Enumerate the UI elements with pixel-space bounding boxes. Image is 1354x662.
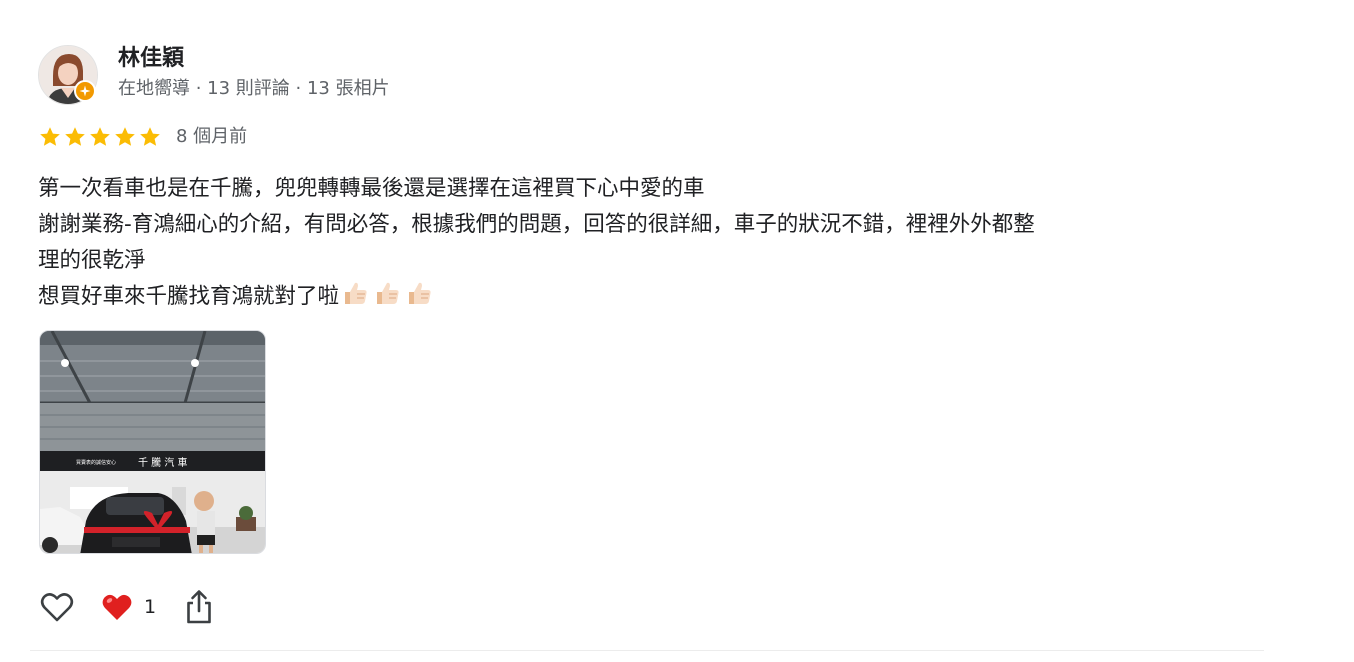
rating-row: 8 個月前 [38, 124, 247, 150]
reaction-count: 1 [144, 596, 157, 618]
thumbs-up-emoji-icon [345, 282, 367, 304]
review-photo[interactable]: 買賣表的誠信安心 千 騰 汽 車 [39, 330, 266, 554]
photo-signage-small: 買賣表的誠信安心 [76, 459, 116, 466]
review-date: 8 個月前 [176, 126, 248, 147]
star-icon [65, 127, 85, 146]
reviewer-name[interactable]: 林佳穎 [118, 44, 184, 74]
review-line: 理的很乾淨 [38, 248, 146, 273]
star-icon [115, 127, 135, 146]
share-icon [187, 590, 211, 624]
review-line-with-emoji: 想買好車來千騰找育鴻就對了啦 [38, 279, 1218, 315]
local-guide-badge-icon [74, 80, 96, 102]
photo-signage: 千 騰 汽 車 [138, 456, 188, 469]
thumbs-up-emoji-icon [409, 282, 431, 304]
heart-reaction-button[interactable]: 1 [100, 588, 156, 626]
review-line: 謝謝業務-育鴻細心的介紹，有問必答，根據我們的問題，回答的很詳細，車子的狀況不錯… [38, 212, 1035, 237]
review-line: 想買好車來千騰找育鴻就對了啦 [38, 284, 340, 309]
review-line: 第一次看車也是在千騰，兜兜轉轉最後還是選擇在這裡買下心中愛的車 [38, 176, 705, 201]
like-button[interactable] [38, 588, 76, 626]
share-button[interactable] [182, 588, 216, 626]
review-card: 林佳穎 在地嚮導 · 13 則評論 · 13 張相片 8 個月前 第一次看車也是… [0, 0, 1354, 662]
divider [30, 650, 1264, 651]
star-icon [40, 127, 60, 146]
star-icon [140, 127, 160, 146]
emoji-group [341, 279, 433, 307]
red-heart-icon [102, 594, 132, 620]
review-text: 第一次看車也是在千騰，兜兜轉轉最後還是選擇在這裡買下心中愛的車 謝謝業務-育鴻細… [38, 171, 1218, 315]
thumbs-up-emoji-icon [377, 282, 399, 304]
star-rating [38, 125, 162, 149]
heart-outline-icon [40, 593, 74, 622]
reviewer-meta: 在地嚮導 · 13 則評論 · 13 張相片 [118, 78, 390, 99]
star-icon [90, 127, 110, 146]
